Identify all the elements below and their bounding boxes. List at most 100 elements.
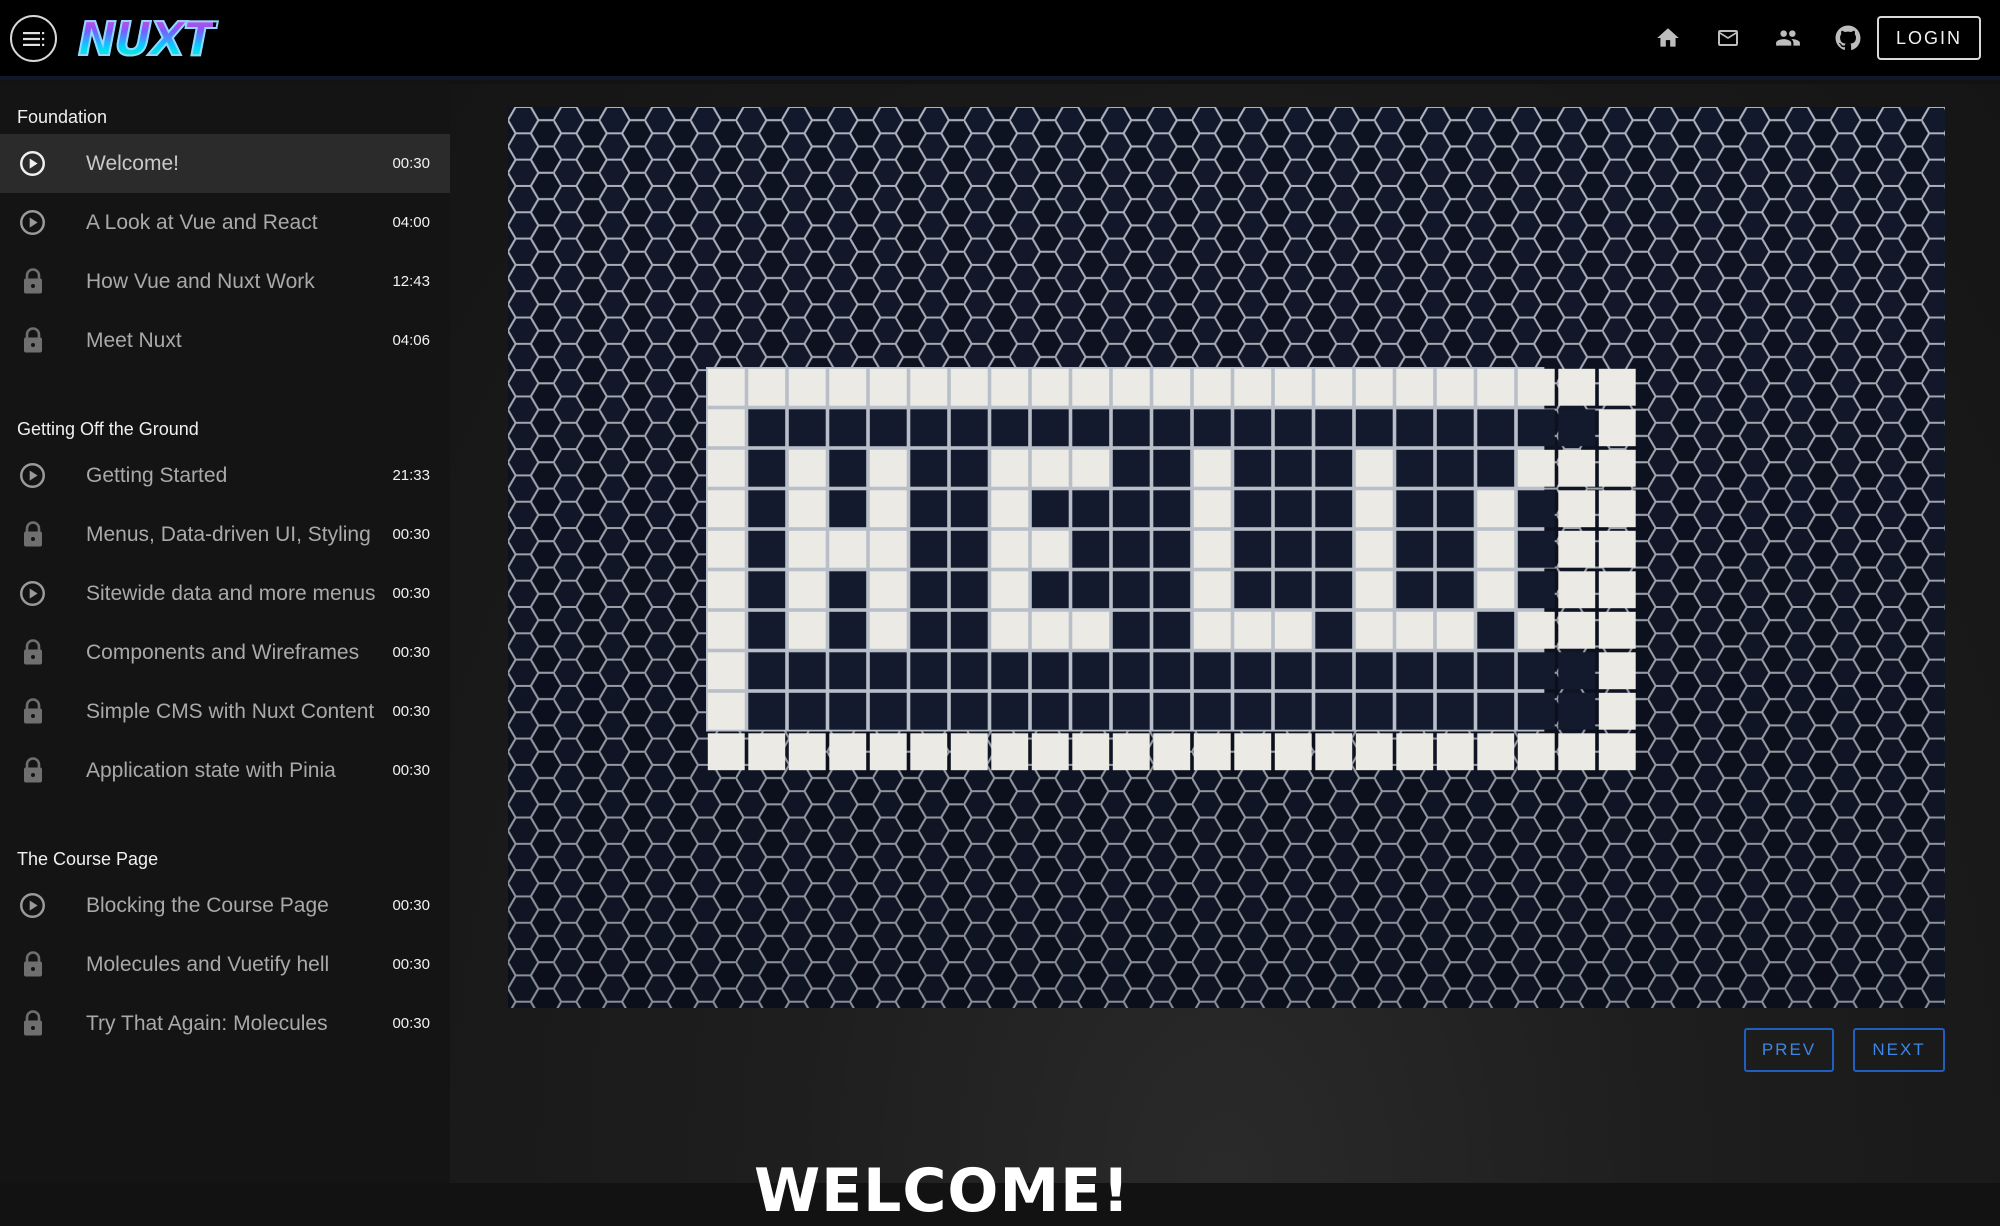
dark-tile bbox=[991, 409, 1029, 447]
white-tile bbox=[1315, 368, 1353, 406]
lesson-title: Getting Started bbox=[86, 463, 228, 487]
white-tile bbox=[1031, 449, 1069, 487]
dark-tile bbox=[1315, 571, 1353, 609]
lesson-item-vue-react[interactable]: A Look at Vue and React 04:00 bbox=[0, 193, 450, 252]
dark-tile bbox=[1072, 490, 1110, 528]
white-tile bbox=[1598, 530, 1636, 568]
white-tile bbox=[910, 733, 948, 771]
lesson-item-simple-cms[interactable]: Simple CMS with Nuxt Content 00:30 bbox=[0, 682, 450, 741]
people-button[interactable] bbox=[1766, 16, 1810, 60]
dark-tile bbox=[950, 490, 988, 528]
white-tile bbox=[1598, 611, 1636, 649]
dark-tile bbox=[1193, 652, 1231, 690]
dark-tile bbox=[1031, 692, 1069, 730]
white-tile bbox=[707, 571, 745, 609]
dark-tile bbox=[991, 692, 1029, 730]
dark-tile bbox=[1234, 409, 1272, 447]
dark-tile bbox=[1072, 409, 1110, 447]
dark-tile bbox=[1396, 490, 1434, 528]
next-button[interactable]: NEXT bbox=[1853, 1028, 1945, 1072]
white-tile bbox=[1072, 611, 1110, 649]
dark-tile bbox=[950, 692, 988, 730]
lesson-item-sitewide-data[interactable]: Sitewide data and more menus 00:30 bbox=[0, 564, 450, 623]
dark-tile bbox=[1153, 490, 1191, 528]
github-button[interactable] bbox=[1826, 16, 1870, 60]
lesson-title: Try That Again: Molecules bbox=[86, 1011, 328, 1035]
lesson-item-getting-started[interactable]: Getting Started 21:33 bbox=[0, 446, 450, 505]
dark-tile bbox=[1315, 611, 1353, 649]
white-tile bbox=[1558, 368, 1596, 406]
menu-icon bbox=[22, 31, 44, 46]
lesson-item-meet-nuxt[interactable]: Meet Nuxt 04:06 bbox=[0, 311, 450, 370]
dark-tile bbox=[1112, 530, 1150, 568]
lesson-title: Menus, Data-driven UI, Styling bbox=[86, 522, 371, 546]
dark-tile bbox=[1315, 652, 1353, 690]
menu-button[interactable] bbox=[10, 15, 57, 62]
lesson-duration: 00:30 bbox=[392, 1015, 430, 1032]
lesson-item-blocking-course-page[interactable]: Blocking the Course Page 00:30 bbox=[0, 876, 450, 935]
white-tile bbox=[1477, 530, 1515, 568]
dark-tile bbox=[748, 611, 786, 649]
white-tile bbox=[950, 733, 988, 771]
lesson-title: Meet Nuxt bbox=[86, 328, 182, 352]
dark-tile bbox=[1234, 652, 1272, 690]
dark-tile bbox=[950, 530, 988, 568]
dark-tile bbox=[1153, 530, 1191, 568]
lesson-title: A Look at Vue and React bbox=[86, 210, 318, 234]
white-tile bbox=[788, 449, 826, 487]
dark-tile bbox=[950, 611, 988, 649]
lesson-item-try-again-molecules[interactable]: Try That Again: Molecules 00:30 bbox=[0, 994, 450, 1053]
lesson-item-molecules-vuetify[interactable]: Molecules and Vuetify hell 00:30 bbox=[0, 935, 450, 994]
lesson-duration: 00:30 bbox=[392, 897, 430, 914]
white-tile bbox=[991, 530, 1029, 568]
dark-tile bbox=[1031, 409, 1069, 447]
white-tile bbox=[1598, 733, 1636, 771]
dark-tile bbox=[1112, 652, 1150, 690]
dark-tile bbox=[1072, 692, 1110, 730]
course-sidebar: Foundation Welcome! 00:30 A Look at Vue … bbox=[0, 84, 450, 1183]
prev-button[interactable]: PREV bbox=[1744, 1028, 1834, 1072]
white-tile bbox=[869, 733, 907, 771]
dark-tile bbox=[1315, 530, 1353, 568]
dark-tile bbox=[1477, 449, 1515, 487]
github-icon bbox=[1835, 25, 1861, 51]
white-tile bbox=[1396, 611, 1434, 649]
dark-tile bbox=[1274, 409, 1312, 447]
home-button[interactable] bbox=[1646, 16, 1690, 60]
white-tile bbox=[1355, 571, 1393, 609]
white-tile bbox=[1355, 733, 1393, 771]
lesson-title: How Vue and Nuxt Work bbox=[86, 269, 315, 293]
lesson-item-pinia[interactable]: Application state with Pinia 00:30 bbox=[0, 741, 450, 800]
white-tile bbox=[707, 449, 745, 487]
white-tile bbox=[1274, 611, 1312, 649]
dark-tile bbox=[869, 692, 907, 730]
dark-tile bbox=[748, 571, 786, 609]
white-tile bbox=[950, 368, 988, 406]
dark-tile bbox=[1355, 692, 1393, 730]
lesson-item-components-wireframes[interactable]: Components and Wireframes 00:30 bbox=[0, 623, 450, 682]
dark-tile bbox=[1234, 692, 1272, 730]
dark-tile bbox=[1112, 692, 1150, 730]
dark-tile bbox=[950, 571, 988, 609]
dark-tile bbox=[1112, 611, 1150, 649]
dark-tile bbox=[1436, 692, 1474, 730]
white-tile bbox=[1558, 571, 1596, 609]
dark-tile bbox=[1031, 652, 1069, 690]
header-nav bbox=[1646, 16, 1870, 60]
dark-tile bbox=[1558, 692, 1596, 730]
lesson-item-welcome[interactable]: Welcome! 00:30 bbox=[0, 134, 450, 193]
mail-button[interactable] bbox=[1706, 16, 1750, 60]
dark-tile bbox=[1396, 652, 1434, 690]
dark-tile bbox=[829, 409, 867, 447]
white-tile bbox=[1072, 368, 1110, 406]
dark-tile bbox=[1436, 409, 1474, 447]
lesson-item-menus-styling[interactable]: Menus, Data-driven UI, Styling 00:30 bbox=[0, 505, 450, 564]
dark-tile bbox=[1315, 449, 1353, 487]
lock-icon bbox=[19, 268, 46, 295]
nuxt-logo[interactable]: NUXT bbox=[77, 11, 216, 67]
white-tile bbox=[829, 733, 867, 771]
dark-tile bbox=[910, 692, 948, 730]
lesson-item-how-vue-nuxt-work[interactable]: How Vue and Nuxt Work 12:43 bbox=[0, 252, 450, 311]
dark-tile bbox=[1477, 409, 1515, 447]
login-button[interactable]: LOGIN bbox=[1877, 16, 1981, 60]
